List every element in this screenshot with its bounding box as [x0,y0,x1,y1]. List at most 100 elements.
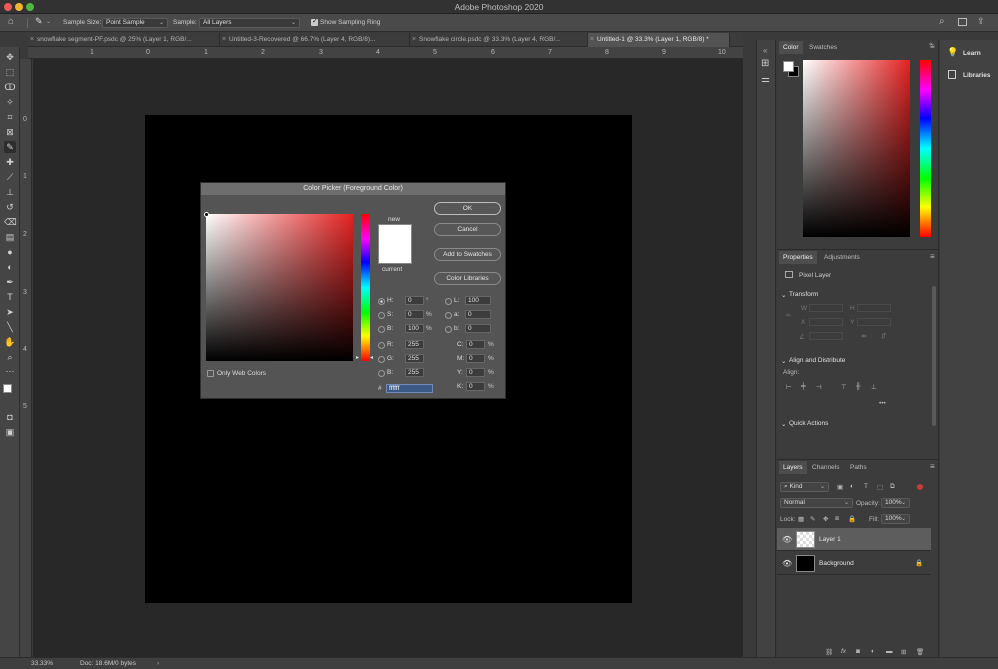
brightness-field[interactable]: 100 [405,324,424,333]
layer-row[interactable]: 👁 Background 🔒 [777,552,931,575]
screen-mode-icon[interactable]: ▣ [4,426,16,438]
type-tool-icon[interactable]: T [4,291,16,303]
align-bottom-icon[interactable]: ⊥ [871,383,877,391]
doc-tab[interactable]: × Untitled-3-Recovered @ 66.7% (Layer 4, … [220,33,410,47]
scrollbar[interactable] [932,286,936,426]
search-icon[interactable]: ⌕ [939,16,945,27]
chevron-down-icon[interactable]: ⌄ [781,420,786,428]
saturation-radio[interactable] [378,312,385,319]
saturation-brightness-field[interactable] [204,212,353,361]
filter-toggle[interactable] [917,484,923,490]
zoom-tool-icon[interactable]: ⌕ [4,351,16,363]
lock-all-icon[interactable]: 🔒 [848,515,856,523]
workspace-icon[interactable] [958,18,967,26]
fill-field[interactable]: 100% ⌄ [881,514,910,524]
close-tab-icon[interactable]: × [590,33,594,47]
marquee-tool-icon[interactable]: ⬚ [4,66,16,78]
frame-tool-icon[interactable]: ⊠ [4,126,16,138]
only-web-colors-checkbox[interactable] [207,370,214,377]
lab-l-radio[interactable] [445,298,452,305]
smart-object-filter-icon[interactable]: ⧉ [890,483,895,491]
share-icon[interactable]: ⇪ [977,16,985,27]
move-tool-icon[interactable]: ✥ [4,51,16,63]
panel-menu-icon[interactable]: ≡ [930,252,935,261]
chevron-right-icon[interactable]: › [157,658,159,669]
history-brush-tool-icon[interactable]: ↺ [4,201,16,213]
red-radio[interactable] [378,342,385,349]
link-layers-icon[interactable]: ⛓ [825,648,833,656]
eraser-tool-icon[interactable]: ⌫ [4,216,17,228]
cyan-field[interactable]: 0 [466,340,485,349]
line-tool-icon[interactable]: ╲ [4,321,16,333]
hex-color-field[interactable]: ffffff [386,384,433,393]
vertical-ruler[interactable]: 0 1 2 3 4 5 [20,59,32,657]
lab-a-radio[interactable] [445,312,452,319]
chevron-down-icon[interactable]: ⌄ [781,291,786,299]
yellow-field[interactable]: 0 [466,368,485,377]
add-to-swatches-button[interactable]: Add to Swatches [434,248,501,261]
doc-tab-active[interactable]: × Untitled-1 @ 33.3% (Layer 1, RGB/8) * [588,33,730,47]
hue-bar[interactable] [920,60,931,237]
type-filter-icon[interactable]: T [864,483,868,490]
ok-button[interactable]: OK [434,202,501,215]
blue-field[interactable]: 255 [405,368,424,377]
eye-visibility-icon[interactable]: 👁 [782,559,792,568]
shape-filter-icon[interactable]: ⬚ [877,483,883,491]
sample-size-select[interactable]: Point Sample ⌄ [102,18,168,28]
crop-tool-icon[interactable]: ⌗ [4,111,16,123]
adjustments-panel-icon[interactable]: ⚌ [761,74,770,85]
align-top-icon[interactable]: ⊤ [841,383,847,391]
path-selection-tool-icon[interactable]: ➤ [4,306,16,318]
pen-tool-icon[interactable]: ✒ [4,276,16,288]
layer-style-icon[interactable]: fx [841,648,846,655]
layer-filter-kind-select[interactable]: ⌕ Kind ⌄ [780,482,829,492]
tab-properties[interactable]: Properties [779,251,817,264]
lab-b-field[interactable]: 0 [465,324,491,333]
layer-row[interactable]: 👁 Layer 1 [777,528,931,551]
close-tab-icon[interactable]: × [412,33,416,47]
artboard-lock-icon[interactable]: ⧈ [835,515,839,523]
layer-mask-icon[interactable]: ◙ [856,648,860,655]
eyedropper-tool-preset-icon[interactable]: ✎ [35,16,43,27]
zoom-level[interactable]: 33.33% [31,658,53,669]
close-tab-icon[interactable]: × [222,33,226,47]
align-distribute-heading[interactable]: Align and Distribute [789,357,845,364]
more-options-icon[interactable]: ••• [879,400,886,407]
pixel-filter-icon[interactable]: ▣ [837,483,843,491]
tab-adjustments[interactable]: Adjustments [820,251,864,264]
close-tab-icon[interactable]: × [30,33,34,47]
tab-paths[interactable]: Paths [846,461,871,474]
lock-image-icon[interactable]: ✎ [810,515,815,523]
blue-radio[interactable] [378,370,385,377]
chevron-down-icon[interactable]: ⌄ [46,18,51,25]
new-group-icon[interactable]: ▬ [886,648,893,655]
layer-name[interactable]: Layer 1 [819,536,841,543]
color-libraries-button[interactable]: Color Libraries [434,272,501,285]
align-middle-icon[interactable]: ╫ [856,383,861,390]
saturation-field[interactable]: 0 [405,310,424,319]
delete-layer-icon[interactable]: 🗑 [916,648,924,656]
red-field[interactable]: 255 [405,340,424,349]
foreground-color-swatch[interactable] [783,61,794,72]
adjustment-layer-icon[interactable]: ◐ [871,648,875,655]
foreground-color-swatch[interactable] [3,384,12,393]
tab-channels[interactable]: Channels [808,461,843,474]
eye-visibility-icon[interactable]: 👁 [782,535,792,544]
hue-field[interactable]: 0 [405,296,424,305]
align-center-icon[interactable]: ╪ [801,383,806,390]
dodge-tool-icon[interactable]: ◐ [4,261,16,273]
quick-mask-icon[interactable]: ◘ [4,411,16,423]
adjustment-filter-icon[interactable]: ◐ [850,483,854,490]
transform-heading[interactable]: Transform [789,291,818,298]
hue-slider-arrow-left[interactable]: ▸ [356,354,359,361]
hue-radio[interactable] [378,298,385,305]
panel-menu-icon[interactable]: ≡ [930,42,935,51]
tab-swatches[interactable]: Swatches [805,41,841,54]
history-panel-icon[interactable]: ⊞ [761,58,769,69]
lab-l-field[interactable]: 100 [465,296,491,305]
home-icon[interactable]: ⌂ [8,16,14,27]
tab-layers[interactable]: Layers [779,461,807,474]
color-field-marker[interactable] [204,212,209,217]
lock-position-icon[interactable]: ✥ [823,515,828,523]
lock-transparent-icon[interactable]: ▦ [798,515,804,523]
